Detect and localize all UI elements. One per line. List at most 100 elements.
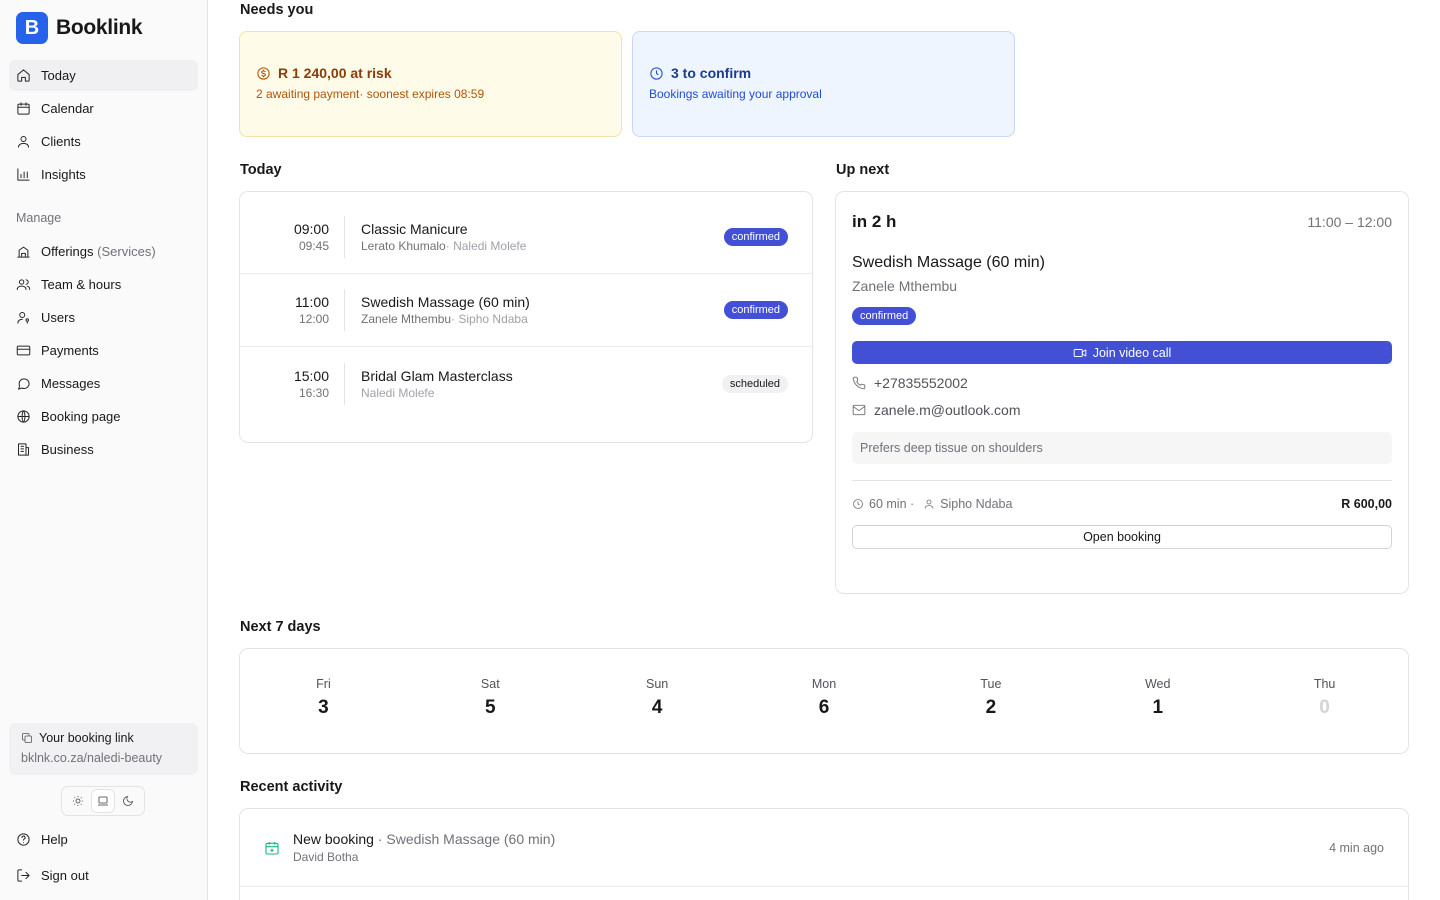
- day-name: Tue: [980, 677, 1002, 691]
- appointment-info: Bridal Glam Masterclass Naledi Molefe: [361, 368, 722, 400]
- appointment-service: Classic Manicure: [361, 221, 468, 237]
- nav-item-team-hours[interactable]: Team & hours: [9, 269, 198, 300]
- appointment-row[interactable]: 11:00 12:00 Swedish Massage (60 min) Zan…: [240, 274, 812, 347]
- theme-system-button[interactable]: [91, 790, 114, 812]
- app: B Booklink Today Calendar Clients Insigh…: [0, 0, 1440, 900]
- day-summary[interactable]: Wed 1: [1074, 677, 1241, 753]
- risk-detail: 2 awaiting payment· soonest expires 08:5…: [256, 87, 485, 101]
- client-email[interactable]: zanele.m@outlook.com: [852, 402, 1392, 418]
- nav-item-offerings[interactable]: Offerings (Services): [9, 236, 198, 267]
- day-summary[interactable]: Thu 0: [1241, 677, 1408, 753]
- chart-icon: [17, 168, 30, 181]
- up-next-meta-left: 60 min · Sipho Ndaba: [852, 497, 1012, 511]
- user-icon: [18, 136, 29, 148]
- appointment-people: Lerato Khumalo· Naledi Molefe: [361, 239, 724, 253]
- client-phone[interactable]: +27835552002: [852, 375, 1392, 391]
- up-next-staff: Sipho Ndaba: [940, 497, 1013, 511]
- brand[interactable]: B Booklink: [0, 0, 207, 56]
- appointment-service: Swedish Massage (60 min): [361, 294, 530, 310]
- theme-toggle: [61, 786, 145, 816]
- confirm-alert[interactable]: 3 to confirm Bookings awaiting your appr…: [632, 31, 1015, 137]
- nav-item-messages[interactable]: Messages: [9, 368, 198, 399]
- up-next-card: in 2 h 11:00 – 12:00 Swedish Massage (60…: [835, 191, 1409, 594]
- next-7-days-card: Fri 3 Sat 5 Sun 4 Mon 6 Tue 2 Wed 1 Thu 0: [239, 648, 1409, 754]
- day-summary[interactable]: Tue 2: [907, 677, 1074, 753]
- confirm-headline-row: 3 to confirm: [649, 65, 998, 81]
- nav-item-today[interactable]: Today: [9, 60, 198, 91]
- nav-label: Users: [41, 310, 75, 325]
- copy-icon: [22, 733, 32, 743]
- mail-icon: [852, 404, 866, 416]
- day-name: Wed: [1144, 677, 1171, 691]
- booking-link-title-row: Your booking link: [21, 731, 186, 745]
- clock-icon: [650, 66, 663, 80]
- nav-label-text: Offerings: [41, 244, 94, 259]
- appointment-row[interactable]: 15:00 16:30 Bridal Glam Masterclass Nale…: [240, 347, 812, 420]
- theme-dark-button[interactable]: [117, 790, 139, 812]
- user-icon: [924, 499, 934, 509]
- nav-item-clients[interactable]: Clients: [9, 126, 198, 157]
- nav-label: Messages: [41, 376, 101, 391]
- day-name: Fri: [316, 677, 331, 691]
- theme-light-button[interactable]: [67, 790, 89, 812]
- nav-item-business[interactable]: Business: [9, 434, 198, 465]
- appointment-start: 11:00: [295, 294, 329, 310]
- phone-icon: [852, 376, 866, 390]
- booking-link-card[interactable]: Your booking link bklnk.co.za/naledi-bea…: [9, 723, 198, 775]
- dollar-circle-icon: [257, 66, 270, 80]
- nav-item-help[interactable]: Help: [9, 824, 198, 855]
- sun-icon: [73, 796, 84, 806]
- nav-label: Offerings (Services): [41, 244, 156, 259]
- day-summary[interactable]: Sun 4: [574, 677, 741, 753]
- open-booking-button[interactable]: Open booking: [852, 525, 1392, 549]
- join-video-call-button[interactable]: Join video call: [852, 341, 1392, 364]
- day-count: 1: [1152, 697, 1164, 718]
- building-icon: [17, 246, 30, 258]
- day-summary[interactable]: Fri 3: [240, 677, 407, 753]
- nav-label: Sign out: [41, 868, 89, 883]
- day-summary[interactable]: Sat 5: [407, 677, 574, 753]
- nav-item-insights[interactable]: Insights: [9, 159, 198, 190]
- day-count: 6: [818, 697, 830, 718]
- status-badge: confirmed: [723, 301, 788, 319]
- risk-headline-row: R 1 240,00 at risk: [256, 65, 605, 81]
- risk-headline: R 1 240,00 at risk: [278, 65, 392, 81]
- laptop-icon: [97, 796, 108, 806]
- globe-icon: [17, 410, 30, 423]
- activity-service: · Swedish Massage (60 min): [377, 831, 556, 847]
- nav-label: Today: [41, 68, 76, 83]
- help-icon: [17, 833, 30, 846]
- nav-label: Booking page: [41, 409, 121, 424]
- activity-item[interactable]: New booking · Swedish Massage (60 min) D…: [240, 809, 1408, 887]
- nav-item-payments[interactable]: Payments: [9, 335, 198, 366]
- divider: [344, 289, 345, 331]
- divider: [344, 216, 345, 258]
- up-next-service: Swedish Massage (60 min): [852, 254, 1045, 271]
- nav-item-booking-page[interactable]: Booking page: [9, 401, 198, 432]
- credit-card-icon: [16, 345, 31, 356]
- calendar-plus-icon: [265, 841, 279, 855]
- day-count: 3: [318, 697, 329, 718]
- nav-label-suffix: (Services): [97, 244, 156, 259]
- nav-item-sign-out[interactable]: Sign out: [9, 860, 198, 891]
- day-summary[interactable]: Mon 6: [741, 677, 908, 753]
- status-badge: scheduled: [721, 374, 788, 393]
- activity-info: New booking · Swedish Massage (60 min) D…: [293, 831, 1329, 864]
- activity-type: New booking: [293, 831, 374, 847]
- nav-item-users[interactable]: Users: [9, 302, 198, 333]
- home-icon: [17, 69, 30, 82]
- appointment-start: 09:00: [293, 221, 329, 237]
- booking-link-title: Your booking link: [39, 731, 134, 745]
- nav-section-manage: Manage: [16, 211, 62, 225]
- nav-label: Business: [41, 442, 94, 457]
- day-name: Thu: [1313, 677, 1336, 691]
- sign-out-icon: [17, 869, 30, 882]
- payment-risk-alert[interactable]: R 1 240,00 at risk 2 awaiting payment· s…: [239, 31, 622, 137]
- nav-item-calendar[interactable]: Calendar: [9, 93, 198, 124]
- appointment-row[interactable]: 09:00 09:45 Classic Manicure Lerato Khum…: [240, 201, 812, 274]
- appointment-end: 16:30: [298, 385, 329, 400]
- client-note: Prefers deep tissue on shoulders: [852, 432, 1392, 464]
- up-next-price: R 600,00: [1341, 497, 1392, 511]
- appointment-staff: · Naledi Molefe: [445, 239, 527, 253]
- day-count: 5: [485, 697, 496, 718]
